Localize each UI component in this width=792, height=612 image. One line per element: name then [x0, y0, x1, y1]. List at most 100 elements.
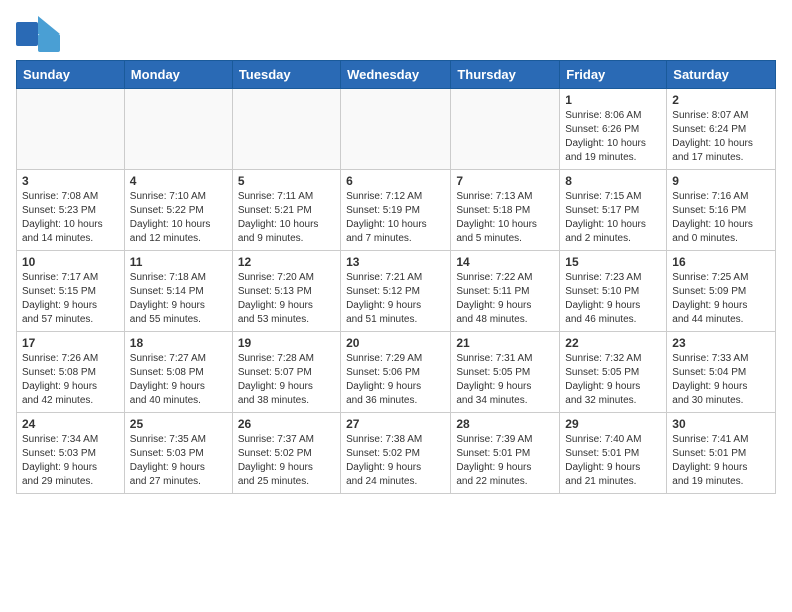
calendar-day-cell: 24Sunrise: 7:34 AM Sunset: 5:03 PM Dayli…: [17, 413, 125, 494]
day-info: Sunrise: 8:07 AM Sunset: 6:24 PM Dayligh…: [672, 109, 770, 165]
day-number: 30: [672, 417, 770, 431]
calendar-day-cell: 5 Sunrise: 7:11 AM Sunset: 5:21 PM Daylig…: [232, 170, 340, 251]
day-info: Sunrise: 7:23 AM Sunset: 5:10 PM Dayligh…: [565, 271, 661, 327]
day-number: 16: [672, 255, 770, 269]
day-number: 20: [346, 336, 445, 350]
calendar-day-cell: 23 Sunrise: 7:33 AM Sunset: 5:04 PM Dayli…: [667, 332, 776, 413]
calendar-day-cell: [124, 89, 232, 170]
day-info: Sunrise: 7:25 AM Sunset: 5:09 PM Dayligh…: [672, 271, 770, 327]
day-info: Sunrise: 7:17 AM Sunset: 5:15 PM Dayligh…: [22, 271, 119, 327]
day-number: 2: [672, 93, 770, 107]
calendar-day-cell: 10 Sunrise: 7:17 AM Sunset: 5:15 PM Dayli…: [17, 251, 125, 332]
calendar-day-cell: 18 Sunrise: 7:27 AM Sunset: 5:08 PM Dayli…: [124, 332, 232, 413]
day-info: Sunrise: 7:37 AM Sunset: 5:02 PM Dayligh…: [238, 433, 335, 489]
day-number: 19: [238, 336, 335, 350]
day-number: 6: [346, 174, 445, 188]
day-info: Sunrise: 7:11 AM Sunset: 5:21 PM Dayligh…: [238, 190, 335, 246]
calendar-day-cell: 4Sunrise: 7:10 AM Sunset: 5:22 PM Daylig…: [124, 170, 232, 251]
day-number: 23: [672, 336, 770, 350]
day-number: 17: [22, 336, 119, 350]
day-number: 26: [238, 417, 335, 431]
calendar-day-cell: 21 Sunrise: 7:31 AM Sunset: 5:05 PM Dayli…: [451, 332, 560, 413]
day-info: Sunrise: 7:38 AM Sunset: 5:02 PM Dayligh…: [346, 433, 445, 489]
calendar-day-cell: 3 Sunrise: 7:08 AM Sunset: 5:23 PM Daylig…: [17, 170, 125, 251]
calendar-day-cell: 17 Sunrise: 7:26 AM Sunset: 5:08 PM Dayli…: [17, 332, 125, 413]
calendar-day-cell: 22 Sunrise: 7:32 AM Sunset: 5:05 PM Dayli…: [560, 332, 667, 413]
calendar-day-cell: 13 Sunrise: 7:21 AM Sunset: 5:12 PM Dayli…: [341, 251, 451, 332]
day-info: Sunrise: 7:33 AM Sunset: 5:04 PM Dayligh…: [672, 352, 770, 408]
calendar-day-cell: 14 Sunrise: 7:22 AM Sunset: 5:11 PM Dayli…: [451, 251, 560, 332]
calendar-day-cell: 29Sunrise: 7:40 AM Sunset: 5:01 PM Dayli…: [560, 413, 667, 494]
calendar-day-cell: 25 Sunrise: 7:35 AM Sunset: 5:03 PM Dayli…: [124, 413, 232, 494]
calendar-day-cell: 7 Sunrise: 7:13 AM Sunset: 5:18 PM Daylig…: [451, 170, 560, 251]
calendar-day-cell: 26 Sunrise: 7:37 AM Sunset: 5:02 PM Dayli…: [232, 413, 340, 494]
day-number: 7: [456, 174, 554, 188]
day-info: Sunrise: 7:22 AM Sunset: 5:11 PM Dayligh…: [456, 271, 554, 327]
calendar-header-cell: Saturday: [667, 61, 776, 89]
day-number: 21: [456, 336, 554, 350]
calendar-week-row: 24Sunrise: 7:34 AM Sunset: 5:03 PM Dayli…: [17, 413, 776, 494]
calendar-week-row: 3 Sunrise: 7:08 AM Sunset: 5:23 PM Daylig…: [17, 170, 776, 251]
day-number: 3: [22, 174, 119, 188]
day-info: Sunrise: 7:32 AM Sunset: 5:05 PM Dayligh…: [565, 352, 661, 408]
day-info: Sunrise: 7:08 AM Sunset: 5:23 PM Dayligh…: [22, 190, 119, 246]
calendar-day-cell: 11 Sunrise: 7:18 AM Sunset: 5:14 PM Dayli…: [124, 251, 232, 332]
day-number: 22: [565, 336, 661, 350]
day-number: 15: [565, 255, 661, 269]
day-info: Sunrise: 7:29 AM Sunset: 5:06 PM Dayligh…: [346, 352, 445, 408]
calendar-week-row: 1Sunrise: 8:06 AM Sunset: 6:26 PM Daylig…: [17, 89, 776, 170]
day-number: 29: [565, 417, 661, 431]
calendar-body: 1Sunrise: 8:06 AM Sunset: 6:26 PM Daylig…: [17, 89, 776, 494]
calendar-week-row: 17 Sunrise: 7:26 AM Sunset: 5:08 PM Dayli…: [17, 332, 776, 413]
day-number: 11: [130, 255, 227, 269]
day-info: Sunrise: 7:31 AM Sunset: 5:05 PM Dayligh…: [456, 352, 554, 408]
calendar-day-cell: 28 Sunrise: 7:39 AM Sunset: 5:01 PM Dayli…: [451, 413, 560, 494]
day-info: Sunrise: 7:34 AM Sunset: 5:03 PM Dayligh…: [22, 433, 119, 489]
day-info: Sunrise: 7:21 AM Sunset: 5:12 PM Dayligh…: [346, 271, 445, 327]
page-header: [16, 16, 776, 52]
day-number: 27: [346, 417, 445, 431]
calendar-header-cell: Friday: [560, 61, 667, 89]
calendar-day-cell: [341, 89, 451, 170]
calendar-day-cell: 19 Sunrise: 7:28 AM Sunset: 5:07 PM Dayli…: [232, 332, 340, 413]
day-info: Sunrise: 7:18 AM Sunset: 5:14 PM Dayligh…: [130, 271, 227, 327]
day-info: Sunrise: 7:28 AM Sunset: 5:07 PM Dayligh…: [238, 352, 335, 408]
day-number: 13: [346, 255, 445, 269]
day-info: Sunrise: 7:12 AM Sunset: 5:19 PM Dayligh…: [346, 190, 445, 246]
calendar-day-cell: 1Sunrise: 8:06 AM Sunset: 6:26 PM Daylig…: [560, 89, 667, 170]
calendar-header-cell: Wednesday: [341, 61, 451, 89]
calendar-day-cell: [17, 89, 125, 170]
day-info: Sunrise: 7:26 AM Sunset: 5:08 PM Dayligh…: [22, 352, 119, 408]
calendar-header-row: SundayMondayTuesdayWednesdayThursdayFrid…: [17, 61, 776, 89]
day-info: Sunrise: 7:16 AM Sunset: 5:16 PM Dayligh…: [672, 190, 770, 246]
day-number: 18: [130, 336, 227, 350]
day-info: Sunrise: 7:39 AM Sunset: 5:01 PM Dayligh…: [456, 433, 554, 489]
day-number: 10: [22, 255, 119, 269]
calendar-day-cell: 30 Sunrise: 7:41 AM Sunset: 5:01 PM Dayli…: [667, 413, 776, 494]
day-info: Sunrise: 7:35 AM Sunset: 5:03 PM Dayligh…: [130, 433, 227, 489]
calendar-header-cell: Tuesday: [232, 61, 340, 89]
day-number: 25: [130, 417, 227, 431]
calendar-day-cell: 20 Sunrise: 7:29 AM Sunset: 5:06 PM Dayli…: [341, 332, 451, 413]
calendar-day-cell: 16 Sunrise: 7:25 AM Sunset: 5:09 PM Dayli…: [667, 251, 776, 332]
calendar-day-cell: 15 Sunrise: 7:23 AM Sunset: 5:10 PM Dayli…: [560, 251, 667, 332]
day-number: 1: [565, 93, 661, 107]
calendar-table: SundayMondayTuesdayWednesdayThursdayFrid…: [16, 60, 776, 494]
logo: [16, 16, 64, 52]
day-number: 28: [456, 417, 554, 431]
day-info: Sunrise: 7:13 AM Sunset: 5:18 PM Dayligh…: [456, 190, 554, 246]
day-number: 12: [238, 255, 335, 269]
day-info: Sunrise: 7:15 AM Sunset: 5:17 PM Dayligh…: [565, 190, 661, 246]
calendar-day-cell: 27 Sunrise: 7:38 AM Sunset: 5:02 PM Dayli…: [341, 413, 451, 494]
calendar-day-cell: [451, 89, 560, 170]
day-info: Sunrise: 7:41 AM Sunset: 5:01 PM Dayligh…: [672, 433, 770, 489]
day-number: 5: [238, 174, 335, 188]
day-info: Sunrise: 7:20 AM Sunset: 5:13 PM Dayligh…: [238, 271, 335, 327]
calendar-header-cell: Sunday: [17, 61, 125, 89]
day-info: Sunrise: 7:10 AM Sunset: 5:22 PM Dayligh…: [130, 190, 227, 246]
day-info: Sunrise: 7:27 AM Sunset: 5:08 PM Dayligh…: [130, 352, 227, 408]
calendar-day-cell: 2 Sunrise: 8:07 AM Sunset: 6:24 PM Daylig…: [667, 89, 776, 170]
day-number: 8: [565, 174, 661, 188]
day-number: 14: [456, 255, 554, 269]
calendar-day-cell: 6 Sunrise: 7:12 AM Sunset: 5:19 PM Daylig…: [341, 170, 451, 251]
